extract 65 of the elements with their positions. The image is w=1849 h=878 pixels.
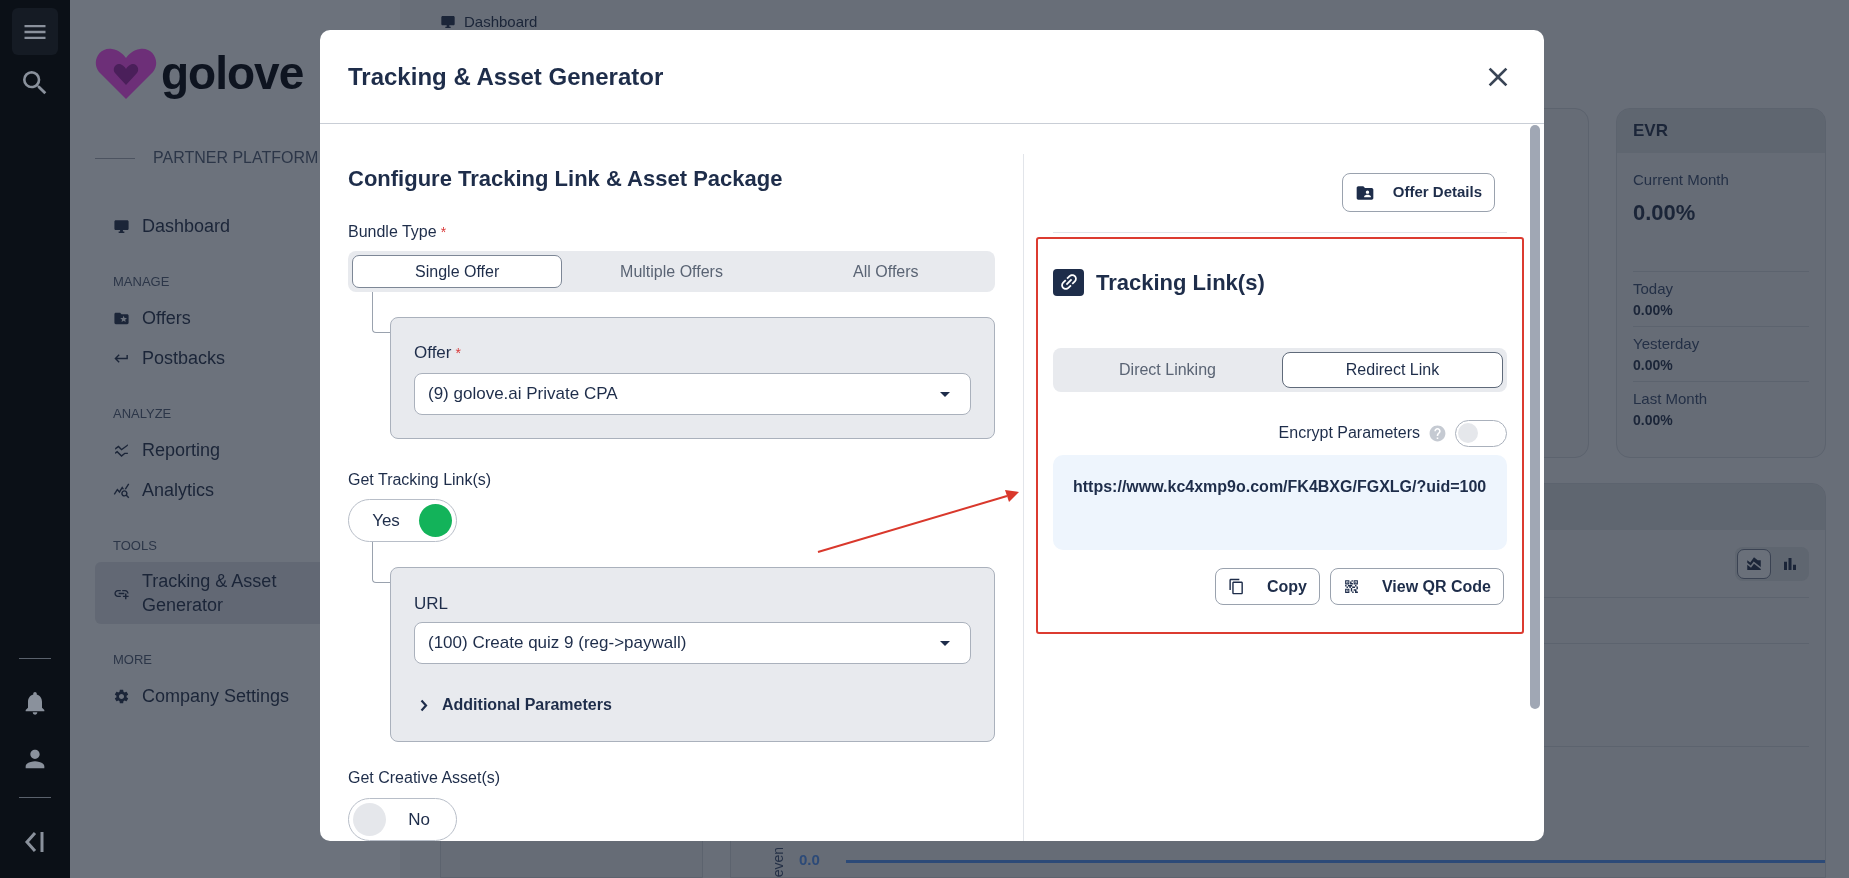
collapse-sidebar-icon[interactable]: [24, 830, 46, 854]
field-label: Offer: [414, 342, 452, 365]
nav-item[interactable]: Postbacks: [95, 338, 400, 378]
required-mark: *: [440, 222, 447, 242]
area-chart-icon: [1745, 555, 1763, 573]
caret-icon: [940, 391, 950, 397]
stat-label: Today: [1633, 278, 1675, 299]
additional-parameters-toggle[interactable]: Additional Parameters: [414, 693, 612, 717]
axis-label: even: [771, 846, 785, 877]
section-heading: ANALYZE: [113, 405, 172, 423]
toggle-switch[interactable]: [1455, 419, 1507, 447]
menu-button[interactable]: [12, 8, 58, 55]
select-field[interactable]: (9) golove.ai Private CPA: [414, 373, 971, 415]
section-heading: MORE: [113, 651, 152, 669]
modal-title: Tracking & Asset Generator: [348, 61, 664, 92]
section-heading: TOOLS: [113, 537, 157, 555]
monitor-icon: [440, 14, 456, 30]
section-heading: MANAGE: [113, 273, 170, 291]
field-label: Get Tracking Link(s): [348, 470, 493, 490]
line-chart-toggle[interactable]: [1737, 549, 1771, 579]
toggle-knob: [353, 803, 386, 836]
field-label: Bundle Type: [348, 222, 437, 242]
toggle-switch[interactable]: Yes: [348, 499, 457, 542]
caret-icon: [940, 640, 950, 646]
field-label: URL: [414, 593, 449, 615]
chart-icon: [113, 441, 130, 459]
segment-tab[interactable]: All Offers: [780, 255, 991, 288]
stat-value: 0.00%: [1633, 411, 1674, 430]
qr-code-button[interactable]: View QR Code: [1329, 568, 1504, 605]
settings-icon: [113, 687, 130, 705]
tracking-url: https://www.kc4xmp9o.com/FK4BXG/FGXLG/?uid=100: [1053, 455, 1507, 550]
stat-value: 0.00%: [1633, 356, 1674, 375]
panel-title: Tracking Link(s): [1096, 268, 1265, 297]
select-field[interactable]: (100) Create quiz 9 (reg->paywall): [414, 622, 971, 664]
monitor-icon: [113, 217, 130, 235]
breadcrumb[interactable]: Dashboard: [464, 10, 538, 34]
nav-item[interactable]: Company Settings: [95, 676, 400, 716]
segment-tab[interactable]: Direct Linking: [1057, 352, 1278, 388]
copy-button[interactable]: Copy: [1214, 568, 1320, 605]
stat-label: Yesterday: [1633, 333, 1701, 354]
segment-tab[interactable]: Multiple Offers: [566, 255, 777, 288]
stat-value: 0.00%: [1633, 198, 1697, 227]
segment-tab[interactable]: Single Offer: [352, 255, 563, 288]
field-label: Get Creative Asset(s): [348, 768, 502, 788]
chevron-icon: [420, 698, 428, 712]
stat-value: 0.00%: [1633, 301, 1674, 320]
axis-tick-label: 0.0: [799, 849, 820, 870]
required-mark: *: [455, 343, 461, 363]
stat-label: Current Month: [1633, 170, 1730, 190]
field-label: Encrypt Parameters: [1278, 423, 1420, 443]
copy-icon: [1227, 578, 1245, 595]
nav-item[interactable]: Reporting: [95, 430, 400, 470]
segment-tab[interactable]: Redirect Link: [1282, 352, 1503, 388]
toggle-switch[interactable]: No: [348, 798, 457, 841]
card-title: EVR: [1633, 120, 1668, 143]
chart-search-icon: [113, 481, 130, 499]
section-title: Configure Tracking Link & Asset Package: [348, 165, 784, 193]
stat-label: Last Month: [1633, 388, 1709, 409]
nav-item[interactable]: Offers: [95, 298, 400, 338]
bar-chart-icon: [1781, 555, 1799, 573]
offer-details-button[interactable]: Offer Details: [1341, 173, 1495, 212]
toggle-knob: [419, 504, 452, 537]
sidebar-subtitle: PARTNER PLATFORM: [153, 148, 319, 168]
qr-code-icon: [1342, 578, 1360, 595]
link-icon: [1053, 268, 1084, 296]
